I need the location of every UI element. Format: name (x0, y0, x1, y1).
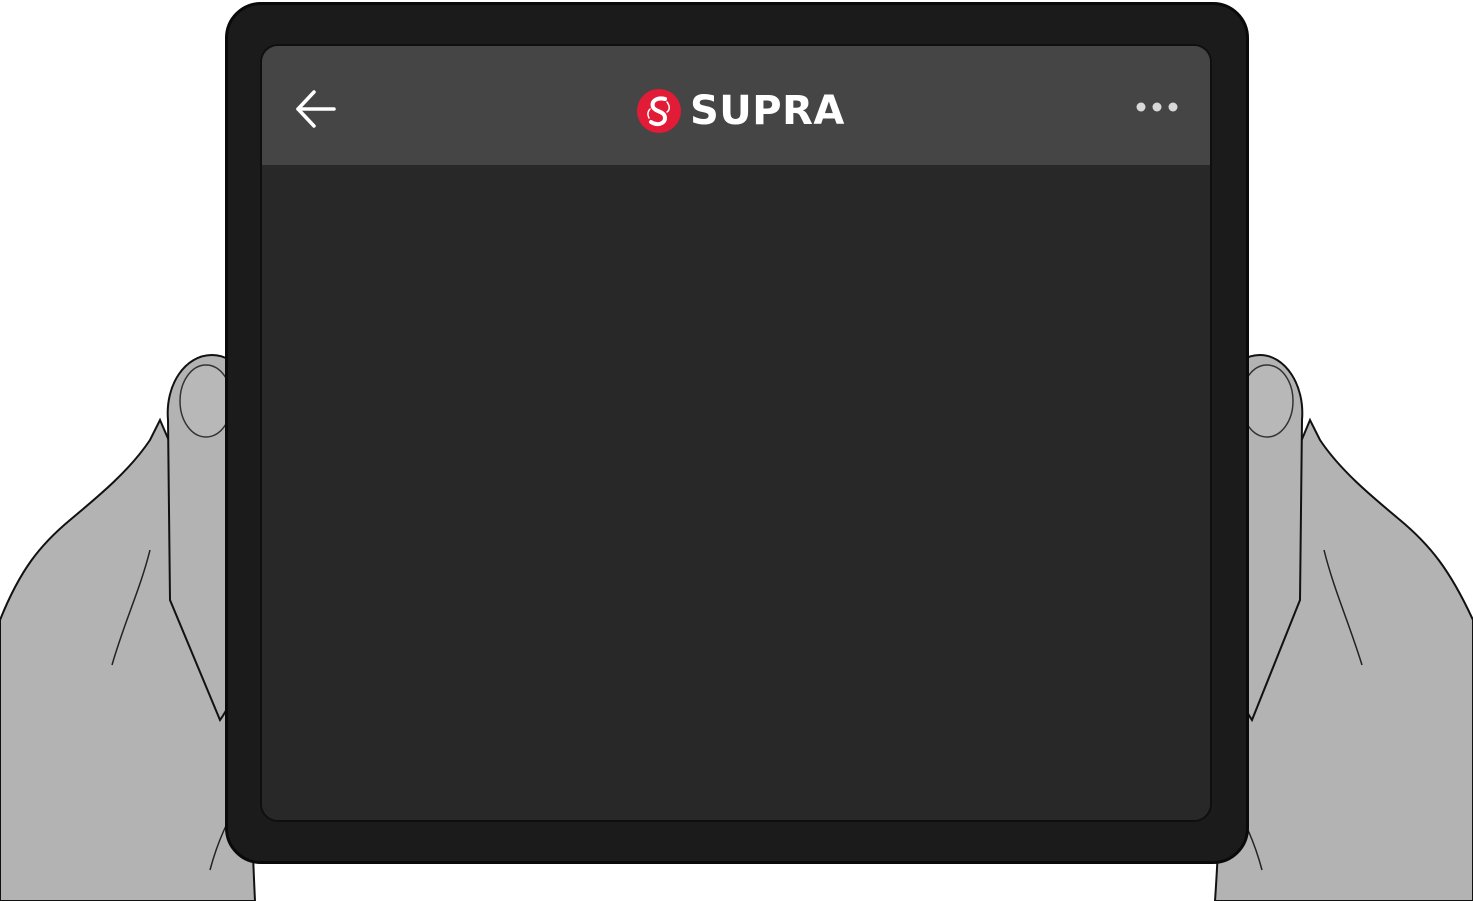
brand-name: SUPRA (690, 88, 845, 134)
tablet-screen: SUPRA (260, 44, 1212, 822)
main-content-area (262, 165, 1210, 820)
more-options-button[interactable] (1134, 94, 1180, 120)
app-header: SUPRA (262, 46, 1210, 165)
brand-logo-lockup: SUPRA (636, 86, 845, 136)
more-horizontal-icon (1136, 102, 1178, 112)
back-button[interactable] (290, 84, 340, 134)
illustration-stage: SUPRA (0, 0, 1473, 901)
arrow-left-icon (296, 90, 336, 128)
supra-logo-icon (637, 89, 681, 133)
